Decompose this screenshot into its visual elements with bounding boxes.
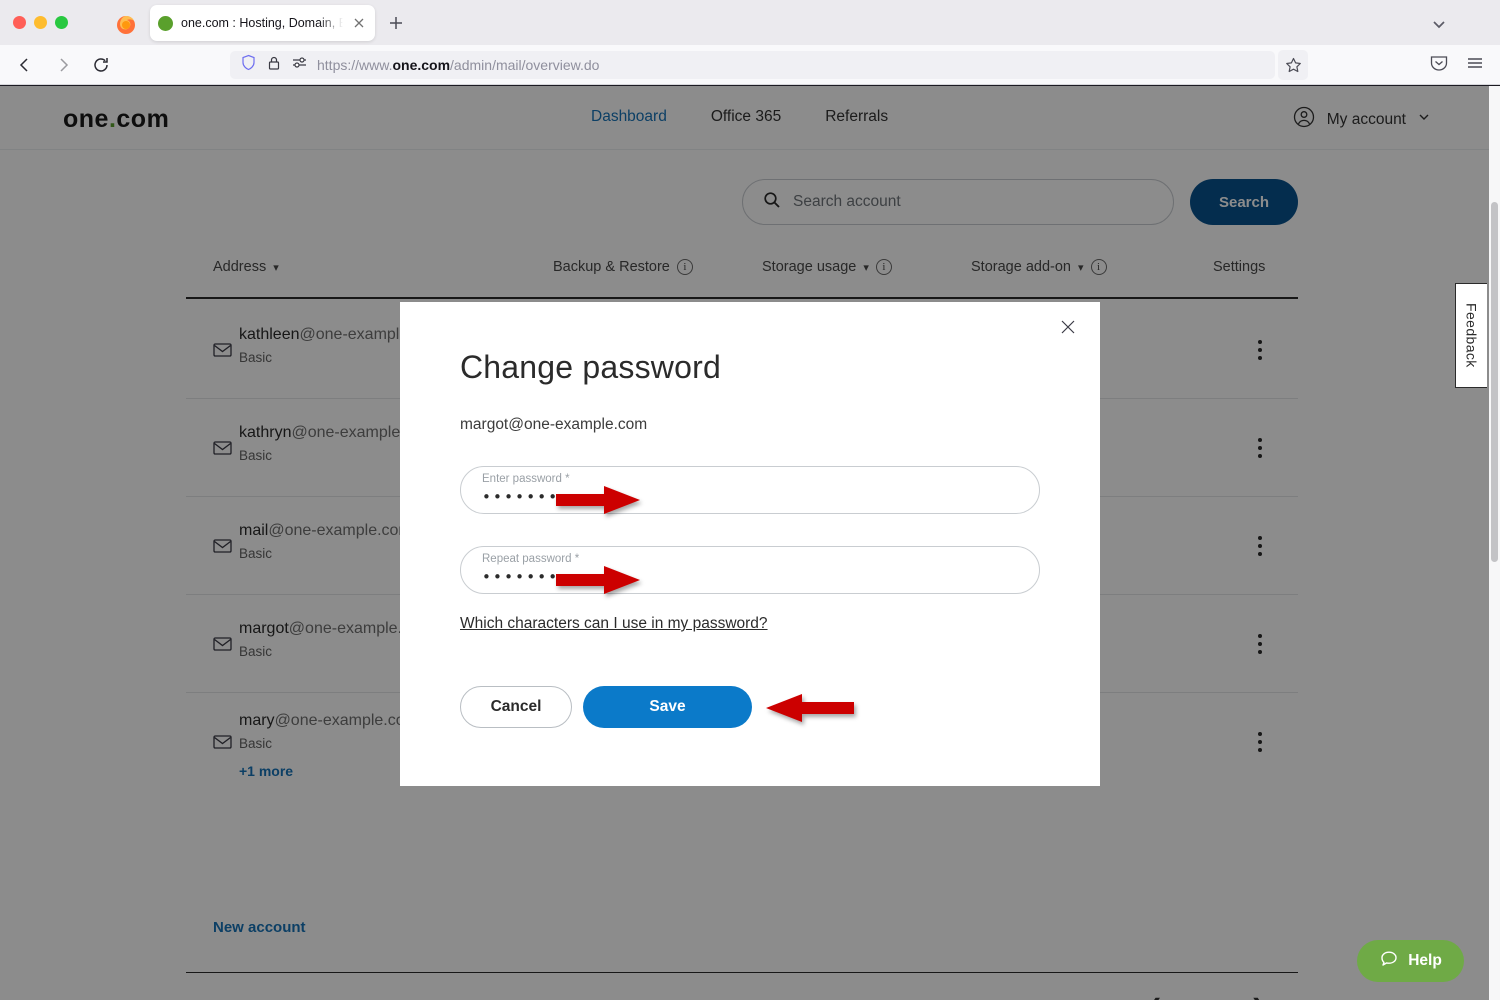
back-button[interactable] [10,50,40,80]
tab-title: one.com : Hosting, Domain, Ema [181,16,343,30]
feedback-tab[interactable]: Feedback [1455,283,1487,388]
close-tab-icon[interactable] [351,15,367,31]
minimize-window-button[interactable] [34,16,47,29]
maximize-window-button[interactable] [55,16,68,29]
lock-icon[interactable] [266,55,282,76]
close-window-button[interactable] [13,16,26,29]
annotation-arrow-repeat-password [552,564,640,601]
window-controls[interactable] [13,16,68,29]
url-domain: one.com [392,57,450,73]
app-menu-button[interactable] [1464,52,1490,78]
chat-bubble-icon [1379,949,1399,974]
reload-button[interactable] [86,50,116,80]
close-dialog-button[interactable] [1056,315,1082,341]
bookmark-star-icon[interactable] [1278,50,1308,80]
scrollbar-thumb[interactable] [1491,202,1498,562]
url-scheme: https://www. [317,57,392,73]
pocket-icon[interactable] [1428,52,1454,78]
url-bar[interactable]: https://www.one.com/admin/mail/overview.… [230,51,1275,79]
enter-password-field[interactable]: Enter password * ••••••••• [460,466,1040,514]
cancel-button[interactable]: Cancel [460,686,572,728]
browser-tab-bar: one.com : Hosting, Domain, Ema [0,0,1500,45]
help-widget-button[interactable]: Help [1357,940,1464,982]
forward-button[interactable] [48,50,78,80]
firefox-logo-icon [114,12,138,36]
annotation-arrow-enter-password [552,484,640,521]
help-label: Help [1408,952,1442,970]
password-characters-link[interactable]: Which characters can I use in my passwor… [460,615,768,633]
shield-icon[interactable] [240,54,257,76]
url-text[interactable]: https://www.one.com/admin/mail/overview.… [317,57,599,73]
repeat-password-field[interactable]: Repeat password * ••••••••• [460,546,1040,594]
page-scrollbar[interactable] [1489,86,1500,1000]
change-password-dialog: Change password margot@one-example.com E… [400,302,1100,786]
screen: one.com : Hosting, Domain, Ema [0,0,1500,1000]
save-button[interactable]: Save [583,686,752,728]
tab-favicon-icon [158,16,173,31]
dialog-title: Change password [460,349,721,386]
browser-tab[interactable]: one.com : Hosting, Domain, Ema [150,5,375,41]
permissions-icon[interactable] [291,54,308,76]
url-path: /admin/mail/overview.do [450,57,599,73]
feedback-label: Feedback [1464,303,1480,368]
new-tab-button[interactable] [385,12,407,34]
list-all-tabs-button[interactable] [1428,13,1450,35]
annotation-arrow-save [766,692,858,729]
dialog-account-email: margot@one-example.com [460,416,647,434]
